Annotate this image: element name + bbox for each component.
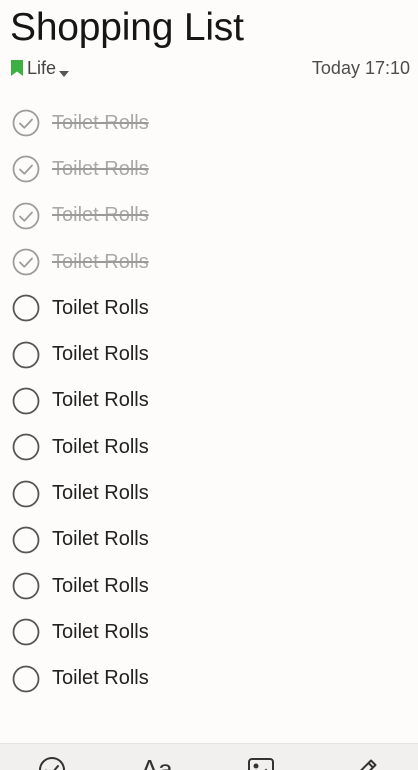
notebook-label: Life [27,57,57,78]
checklist-item[interactable]: Toilet Rolls [0,378,418,424]
unchecked-circle-icon[interactable] [12,294,40,322]
checklist-item[interactable]: Toilet Rolls [0,239,418,285]
checked-circle-icon[interactable] [12,202,40,230]
unchecked-circle-icon[interactable] [12,341,40,369]
checklist-item-text[interactable]: Toilet Rolls [52,436,149,459]
unchecked-circle-icon[interactable] [12,572,40,600]
checklist-item[interactable]: Toilet Rolls [0,609,418,655]
checklist-item-text[interactable]: Toilet Rolls [52,621,149,644]
note-timestamp: Today 17:10 [311,57,410,78]
checklist-item[interactable]: Toilet Rolls [0,656,418,702]
checked-circle-icon[interactable] [12,109,40,137]
draw-tool[interactable] [346,744,386,770]
checklist-item[interactable]: Toilet Rolls [0,146,418,192]
image-icon [247,756,275,770]
unchecked-circle-icon[interactable] [12,526,40,554]
checklist-item[interactable]: Toilet Rolls [0,424,418,470]
checklist-item-text[interactable]: Toilet Rolls [52,667,149,690]
checklist-tool[interactable] [32,744,72,770]
checklist-item[interactable]: Toilet Rolls [0,470,418,516]
check-circle-icon [38,756,66,770]
note-meta: Life Today 17:10 [10,56,410,80]
text-format-tool[interactable]: Aa [137,744,177,770]
text-format-icon: Aa [140,754,173,770]
pencil-icon [352,756,380,770]
bookmark-icon [10,59,24,77]
checklist-item-text[interactable]: Toilet Rolls [52,482,149,505]
checklist-item-text[interactable]: Toilet Rolls [52,575,149,598]
unchecked-circle-icon[interactable] [12,480,40,508]
checklist-item-text[interactable]: Toilet Rolls [52,112,149,135]
notebook-selector[interactable]: Life [10,57,70,79]
checklist-item-text[interactable]: Toilet Rolls [52,251,149,274]
checked-circle-icon[interactable] [12,248,40,276]
checklist-item-text[interactable]: Toilet Rolls [52,343,149,366]
checked-circle-icon[interactable] [12,155,40,183]
checklist-item-text[interactable]: Toilet Rolls [52,204,149,227]
unchecked-circle-icon[interactable] [12,665,40,693]
checklist-item[interactable]: Toilet Rolls [0,331,418,377]
checklist-item[interactable]: Toilet Rolls [0,193,418,239]
note-title[interactable]: Shopping List [10,6,244,50]
checklist-item-text[interactable]: Toilet Rolls [52,158,149,181]
checklist-item[interactable]: Toilet Rolls [0,563,418,609]
checklist: Toilet Rolls Toilet Rolls Toilet Rolls Toil… [0,100,418,702]
checklist-item[interactable]: Toilet Rolls [0,100,418,146]
image-tool[interactable] [241,744,281,770]
checklist-item[interactable]: Toilet Rolls [0,285,418,331]
chevron-down-icon [59,65,70,77]
checklist-item-text[interactable]: Toilet Rolls [52,389,149,412]
unchecked-circle-icon[interactable] [12,618,40,646]
unchecked-circle-icon[interactable] [12,387,40,415]
bottom-toolbar: Aa [0,743,418,770]
unchecked-circle-icon[interactable] [12,433,40,461]
checklist-item-text[interactable]: Toilet Rolls [52,528,149,551]
checklist-item[interactable]: Toilet Rolls [0,517,418,563]
checklist-item-text[interactable]: Toilet Rolls [52,297,149,320]
